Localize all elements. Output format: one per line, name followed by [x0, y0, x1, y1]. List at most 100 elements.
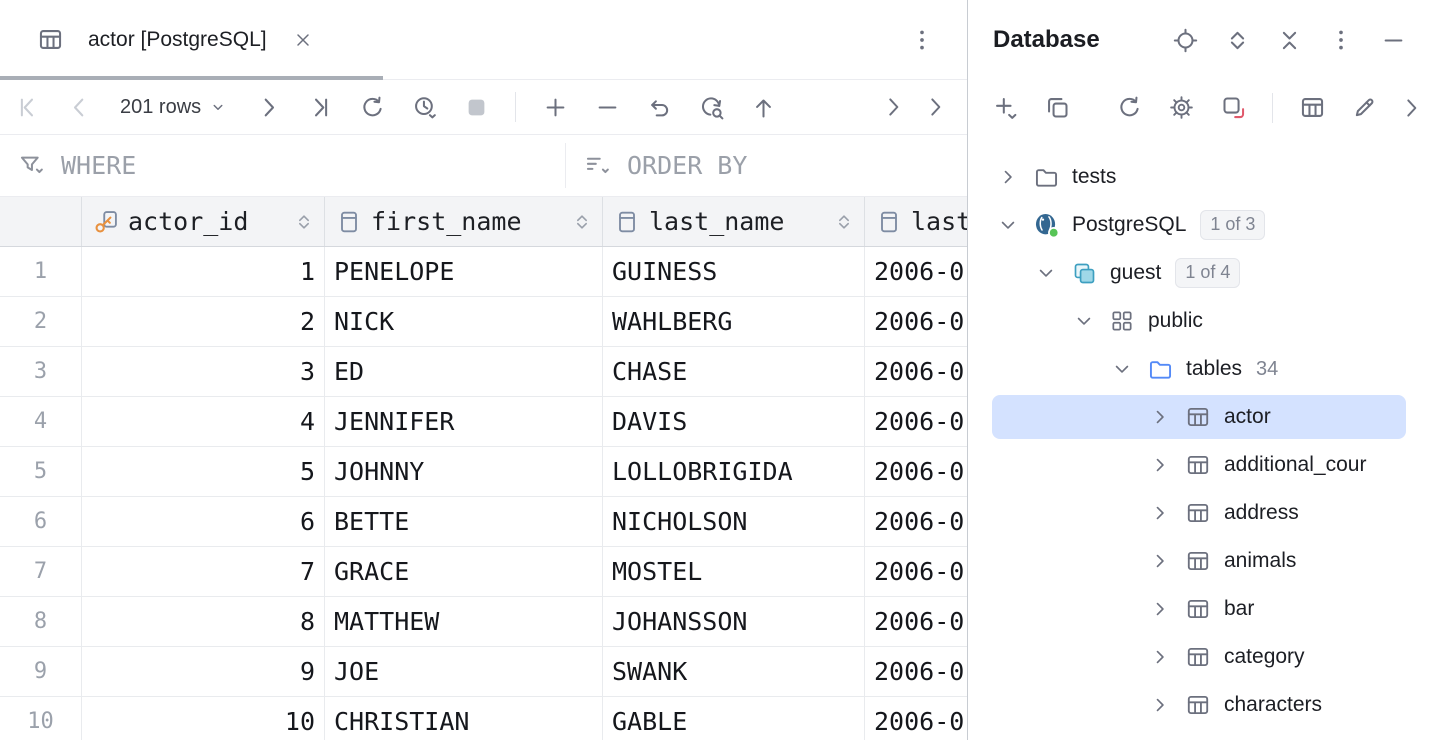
- duplicate-button[interactable]: [1034, 85, 1080, 131]
- cell-last-update[interactable]: 2006-0: [865, 647, 967, 696]
- cell-last-update[interactable]: 2006-0: [865, 447, 967, 496]
- tree-item-animals[interactable]: animals: [968, 537, 1430, 585]
- new-datasource-button[interactable]: [982, 85, 1028, 131]
- column-header-actor-id[interactable]: actor_id: [82, 197, 325, 246]
- cell-last-update[interactable]: 2006-0: [865, 297, 967, 346]
- cell-first-name[interactable]: PENELOPE: [325, 247, 603, 296]
- revert-changes-button[interactable]: [636, 84, 682, 130]
- locate-in-tree-button[interactable]: [1162, 17, 1208, 63]
- cell-actor-id[interactable]: 8: [82, 597, 325, 646]
- chevron-down-icon[interactable]: [994, 211, 1022, 239]
- cell-last-name[interactable]: SWANK: [603, 647, 865, 696]
- reload-data-button[interactable]: [349, 84, 395, 130]
- row-number-cell[interactable]: 2: [0, 297, 82, 346]
- cell-actor-id[interactable]: 10: [82, 697, 325, 740]
- chevron-right-icon[interactable]: [1146, 595, 1174, 623]
- datasource-properties-button[interactable]: [1210, 85, 1256, 131]
- cell-first-name[interactable]: JOHNNY: [325, 447, 603, 496]
- column-header-last-name[interactable]: last_name: [603, 197, 865, 246]
- chevron-right-icon[interactable]: [1146, 499, 1174, 527]
- tree-item-category[interactable]: category: [968, 633, 1430, 681]
- chevron-right-icon[interactable]: [1146, 643, 1174, 671]
- row-number-cell[interactable]: 3: [0, 347, 82, 396]
- toolbar-overflow-button[interactable]: [875, 84, 911, 130]
- delete-row-button[interactable]: [584, 84, 630, 130]
- last-page-button[interactable]: [297, 84, 343, 130]
- refresh-datasource-button[interactable]: [1106, 85, 1152, 131]
- column-header-last-update[interactable]: last_update: [865, 197, 967, 246]
- chevron-right-icon[interactable]: [994, 163, 1022, 191]
- cell-last-name[interactable]: NICHOLSON: [603, 497, 865, 546]
- cell-last-name[interactable]: CHASE: [603, 347, 865, 396]
- tree-item-tables[interactable]: tables 34: [968, 345, 1430, 393]
- cell-last-update[interactable]: 2006-0: [865, 397, 967, 446]
- cell-last-name[interactable]: GUINESS: [603, 247, 865, 296]
- collapse-all-button[interactable]: [1266, 17, 1312, 63]
- chevron-right-icon[interactable]: [1146, 691, 1174, 719]
- cell-last-update[interactable]: 2006-0: [865, 597, 967, 646]
- cell-last-name[interactable]: WAHLBERG: [603, 297, 865, 346]
- cell-last-name[interactable]: LOLLOBRIGIDA: [603, 447, 865, 496]
- row-number-cell[interactable]: 8: [0, 597, 82, 646]
- cell-actor-id[interactable]: 7: [82, 547, 325, 596]
- chevron-down-icon[interactable]: [1032, 259, 1060, 287]
- cell-last-name[interactable]: GABLE: [603, 697, 865, 740]
- settings-button[interactable]: [1158, 85, 1204, 131]
- cell-actor-id[interactable]: 2: [82, 297, 325, 346]
- cell-first-name[interactable]: GRACE: [325, 547, 603, 596]
- hide-tool-window-button[interactable]: [1370, 17, 1416, 63]
- cell-last-update[interactable]: 2006-0: [865, 697, 967, 740]
- tree-item-address[interactable]: address: [968, 489, 1430, 537]
- cell-first-name[interactable]: JENNIFER: [325, 397, 603, 446]
- tab-options-button[interactable]: [899, 17, 945, 63]
- row-number-cell[interactable]: 1: [0, 247, 82, 296]
- cell-actor-id[interactable]: 1: [82, 247, 325, 296]
- cell-actor-id[interactable]: 6: [82, 497, 325, 546]
- tree-item-tests[interactable]: tests: [968, 153, 1430, 201]
- chevron-right-icon[interactable]: [1146, 403, 1174, 431]
- previous-page-button[interactable]: [56, 84, 102, 130]
- row-number-cell[interactable]: 6: [0, 497, 82, 546]
- cell-first-name[interactable]: ED: [325, 347, 603, 396]
- tool-window-options-button[interactable]: [1318, 17, 1364, 63]
- toolbar-overflow-button[interactable]: [917, 84, 953, 130]
- cell-first-name[interactable]: MATTHEW: [325, 597, 603, 646]
- cell-last-update[interactable]: 2006-0: [865, 497, 967, 546]
- where-filter-input[interactable]: WHERE: [0, 135, 565, 196]
- auto-refresh-button[interactable]: [401, 84, 447, 130]
- row-number-cell[interactable]: 9: [0, 647, 82, 696]
- tree-item-characters[interactable]: characters: [968, 681, 1430, 729]
- close-icon[interactable]: [293, 30, 313, 50]
- row-number-header[interactable]: [0, 197, 82, 246]
- column-header-first-name[interactable]: first_name: [325, 197, 603, 246]
- tree-item-actor[interactable]: actor: [968, 393, 1430, 441]
- cell-actor-id[interactable]: 5: [82, 447, 325, 496]
- row-number-cell[interactable]: 5: [0, 447, 82, 496]
- tree-item-postgresql[interactable]: PostgreSQL 1 of 3: [968, 201, 1430, 249]
- first-page-button[interactable]: [4, 84, 50, 130]
- tree-item-guest[interactable]: guest 1 of 4: [968, 249, 1430, 297]
- tree-item-additional-cour[interactable]: additional_cour: [968, 441, 1430, 489]
- next-page-button[interactable]: [245, 84, 291, 130]
- cell-actor-id[interactable]: 4: [82, 397, 325, 446]
- cell-actor-id[interactable]: 9: [82, 647, 325, 696]
- chevron-down-icon[interactable]: [1070, 307, 1098, 335]
- cell-first-name[interactable]: BETTE: [325, 497, 603, 546]
- submit-button[interactable]: [740, 84, 786, 130]
- cell-first-name[interactable]: NICK: [325, 297, 603, 346]
- table-view-button[interactable]: [1289, 85, 1335, 131]
- chevron-right-icon[interactable]: [1146, 547, 1174, 575]
- order-by-filter-input[interactable]: ORDER BY: [566, 135, 967, 196]
- chevron-right-icon[interactable]: [1146, 451, 1174, 479]
- rows-count-dropdown[interactable]: 201 rows: [108, 84, 239, 130]
- cell-last-update[interactable]: 2006-0: [865, 547, 967, 596]
- chevron-down-icon[interactable]: [1108, 355, 1136, 383]
- tree-item-public[interactable]: public: [968, 297, 1430, 345]
- cell-last-name[interactable]: MOSTEL: [603, 547, 865, 596]
- tree-item-bar[interactable]: bar: [968, 585, 1430, 633]
- row-number-cell[interactable]: 10: [0, 697, 82, 740]
- tab-actor-postgresql[interactable]: actor [PostgreSQL]: [0, 0, 329, 79]
- row-number-cell[interactable]: 4: [0, 397, 82, 446]
- toolbar-more-button[interactable]: [1393, 85, 1429, 131]
- cell-last-name[interactable]: JOHANSSON: [603, 597, 865, 646]
